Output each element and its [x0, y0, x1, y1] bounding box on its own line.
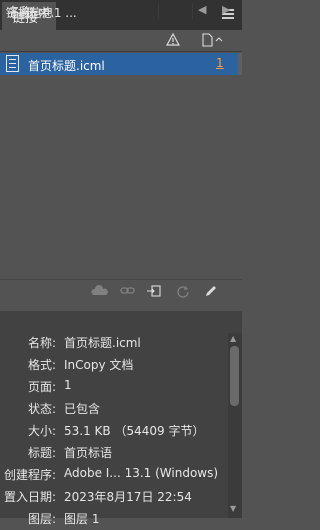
info-value: 2023年8月17日 22:54 [64, 490, 192, 504]
info-label: 创建程序: [3, 468, 56, 482]
column-divider [158, 3, 159, 19]
list-scroll-edge [238, 53, 242, 75]
info-row: 图层: 图层 1 [0, 510, 228, 530]
document-icon [6, 55, 19, 72]
info-row: 置入日期: 2023年8月17日 22:54 [0, 488, 228, 508]
info-label: 页面: [27, 380, 56, 394]
info-row: 标题: 首页标语 [0, 444, 228, 464]
link-info-header [0, 311, 242, 333]
column-divider [192, 3, 193, 19]
info-row: 创建程序: Adobe I... 13.1 (Windows) [0, 466, 228, 486]
table-row[interactable]: 首页标题.icml 1 [0, 53, 238, 75]
link-page-number[interactable]: 1 [216, 56, 224, 70]
info-label: 格式: [27, 358, 56, 372]
info-label: 标题: [27, 446, 56, 460]
info-value: 首页标题.icml [64, 336, 141, 350]
info-value: InCopy 文档 [64, 358, 134, 372]
info-row: 页面: 1 [0, 378, 228, 398]
info-value: 已包含 [64, 402, 101, 416]
link-info-body: 名称: 首页标题.icml 格式: InCopy 文档 页面: 1 状态: 已包… [0, 333, 228, 526]
info-label: 状态: [27, 402, 56, 416]
info-row: 状态: 已包含 [0, 400, 228, 420]
scrollbar-thumb[interactable] [230, 346, 239, 406]
info-label: 图层: [27, 512, 56, 526]
info-label: 名称: [27, 336, 56, 350]
info-value: 首页标语 [64, 446, 113, 460]
new-page-icon[interactable] [202, 33, 228, 47]
update-link-icon [177, 286, 189, 298]
previous-link-button[interactable]: ◀ [198, 3, 206, 16]
info-row: 格式: InCopy 文档 [0, 356, 228, 376]
scroll-down-arrow[interactable]: ▼ [230, 504, 236, 513]
goto-link-icon[interactable] [146, 284, 162, 298]
links-list-empty-area [0, 75, 242, 275]
info-label: 大小: [27, 424, 56, 438]
info-row: 大小: 53.1 KB （54409 字节） [0, 422, 228, 442]
relink-icon [120, 287, 135, 294]
edit-original-icon[interactable] [204, 284, 218, 298]
info-value: 图层 1 [64, 512, 100, 526]
link-info-title: 链接信息 [6, 6, 55, 20]
info-row: 名称: 首页标题.icml [0, 334, 228, 354]
link-name: 首页标题.icml [28, 59, 105, 73]
info-value: Adobe I... 13.1 (Windows) [64, 466, 219, 480]
scroll-up-arrow[interactable]: ▲ [230, 334, 236, 343]
info-label: 置入日期: [3, 490, 56, 504]
info-value: 1 [64, 378, 72, 392]
info-value: 53.1 KB （54409 字节） [64, 424, 205, 438]
link-cloud-icon [91, 285, 108, 295]
next-link-button[interactable]: ▶ [222, 3, 230, 16]
warning-icon[interactable] [166, 33, 180, 46]
